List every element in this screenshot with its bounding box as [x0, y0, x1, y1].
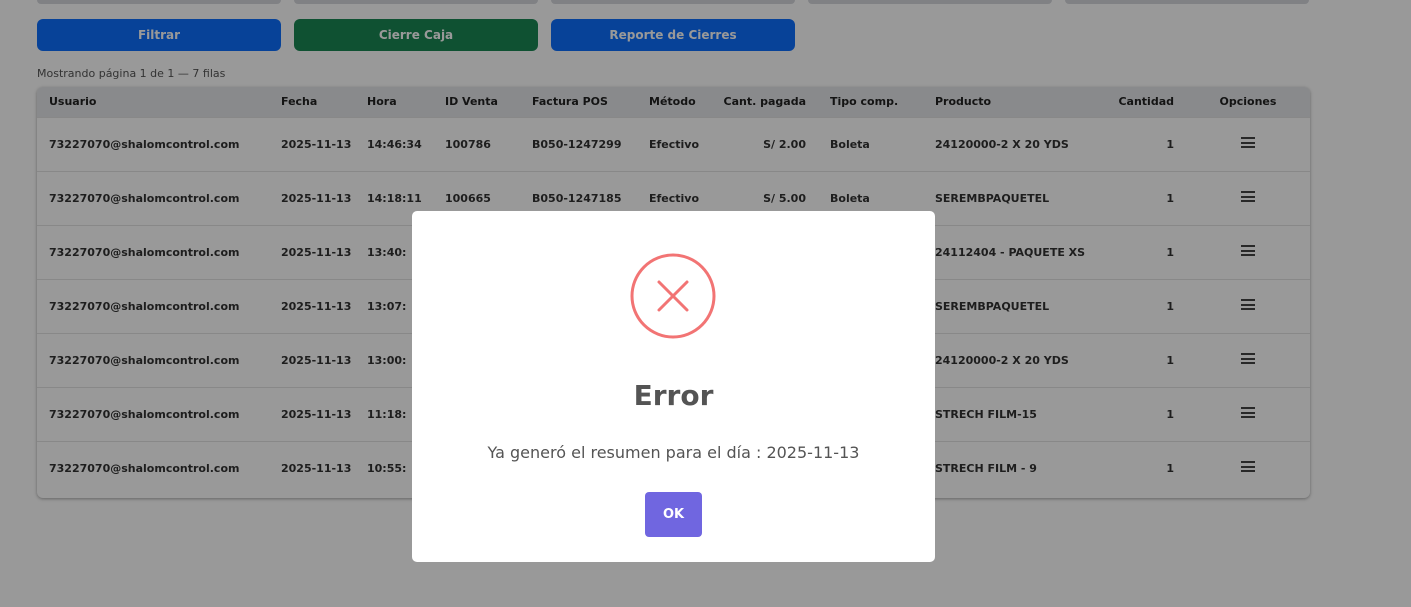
error-x-icon	[630, 253, 716, 339]
error-dialog: Error Ya generó el resumen para el día :…	[412, 211, 935, 562]
page: Filtrar Cierre Caja Reporte de Cierres M…	[0, 0, 1411, 607]
dialog-message: Ya generó el resumen para el día : 2025-…	[487, 443, 860, 462]
dialog-title: Error	[633, 379, 714, 412]
ok-button[interactable]: OK	[645, 492, 702, 537]
